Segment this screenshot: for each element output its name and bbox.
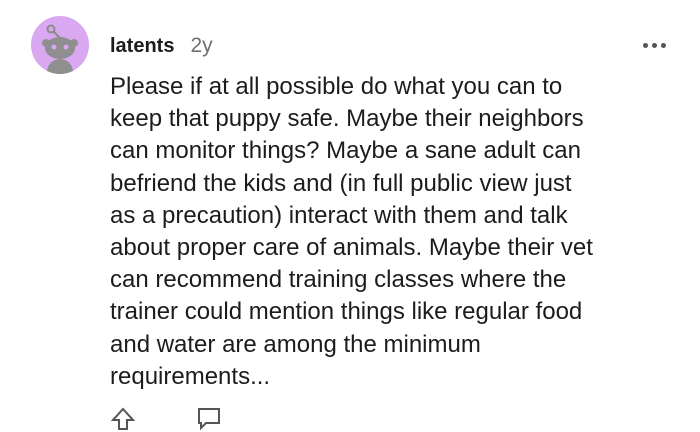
reply-icon[interactable]	[196, 406, 222, 432]
more-options-icon-dot	[651, 42, 657, 48]
comment-header: latents 2y	[110, 34, 213, 58]
more-options-icon	[642, 42, 648, 48]
comment: latents 2y Please if at all possible do …	[0, 0, 700, 431]
snoo-avatar-icon	[42, 24, 78, 74]
avatar[interactable]	[31, 16, 89, 74]
upvote-icon[interactable]	[110, 406, 136, 432]
comment-body: Please if at all possible do what you ca…	[110, 73, 593, 390]
username-link[interactable]: latents	[110, 34, 174, 58]
comment-timestamp[interactable]: 2y	[190, 34, 212, 58]
more-options-icon-dot	[660, 42, 666, 48]
more-options-button[interactable]	[640, 33, 668, 57]
comment-actions	[110, 406, 222, 432]
